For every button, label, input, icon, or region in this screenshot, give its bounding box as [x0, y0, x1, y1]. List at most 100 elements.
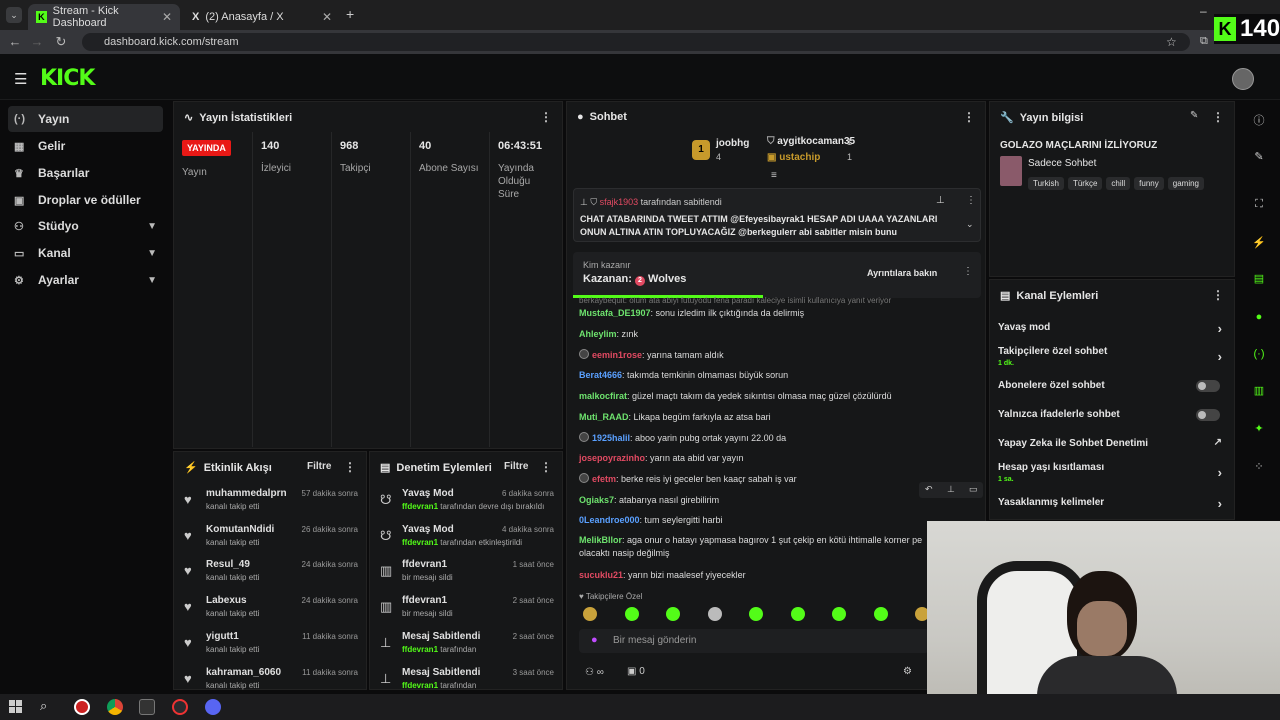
bookmark-star-icon[interactable]: ☆ — [1166, 35, 1177, 49]
fullscreen-icon[interactable]: ⛶ — [1252, 198, 1266, 211]
chat-username[interactable]: sucuklu21 — [579, 570, 623, 580]
toggle-switch[interactable] — [1196, 409, 1220, 421]
channel-action[interactable]: Hesap yaşı kısıtlaması 1 sa. › — [998, 462, 1226, 484]
emote-icon[interactable] — [790, 607, 805, 621]
channel-action[interactable]: Takipçilere özel sohbet 1 dk. › — [998, 346, 1226, 368]
chat-username[interactable]: eemin1rose — [592, 350, 642, 360]
reload-icon[interactable]: ↻ — [52, 33, 70, 51]
moderator-name[interactable]: ffdevran1 — [402, 681, 438, 690]
chat-message[interactable]: MelikBllor: aga onur o hatayı yapmasa ba… — [579, 534, 927, 560]
activity-user[interactable]: KomutanNdidi — [206, 524, 274, 535]
broadcast-icon[interactable]: (·) — [1252, 348, 1266, 360]
moderator-name[interactable]: ffdevran1 — [402, 502, 438, 511]
chrome-icon[interactable] — [107, 699, 123, 715]
start-windows-icon[interactable] — [9, 700, 22, 713]
app-logo-icon[interactable] — [172, 699, 188, 715]
infinity-users-icon[interactable]: ⚇ ∞ — [585, 667, 604, 678]
chat-username[interactable]: malkocfirat — [579, 391, 627, 401]
points-display[interactable]: ▣ 0 — [627, 666, 645, 677]
wrench-icon[interactable]: ✦ — [1252, 422, 1266, 435]
chat-username[interactable]: efetm — [592, 474, 616, 484]
chat-message[interactable]: Berat4666: takımda temkinin olmaması büy… — [579, 369, 927, 382]
more-menu-icon[interactable]: ⋮ — [963, 110, 975, 124]
chat-username[interactable]: josepoyrazinho — [579, 453, 645, 463]
sidebar-item-basarilar[interactable]: ♛ Başarılar — [8, 160, 163, 186]
more-menu-icon[interactable]: ⋮ — [344, 460, 356, 474]
stream-tag[interactable]: funny — [1134, 177, 1164, 190]
activity-user[interactable]: muhammedalprn — [206, 488, 287, 499]
emote-icon[interactable] — [873, 607, 888, 621]
chat-username[interactable]: Berat4666 — [579, 370, 622, 380]
new-tab-icon[interactable]: + — [346, 6, 354, 22]
grid-icon[interactable]: ⁘ — [1252, 460, 1266, 473]
edit-pencil-icon[interactable]: ✎ — [1190, 110, 1198, 121]
chat-message[interactable]: eemin1rose: yarına tamam aldık — [579, 349, 927, 362]
more-menu-icon[interactable]: ⋮ — [966, 195, 976, 206]
chat-bubble-icon[interactable]: ● — [1252, 311, 1266, 323]
chat-message[interactable]: josepoyrazinho: yarın ata abid var yayın — [579, 452, 927, 465]
mic-icon[interactable]: ● — [591, 634, 598, 646]
chat-username[interactable]: MelikBllor — [579, 535, 622, 545]
activity-user[interactable]: yigutt1 — [206, 631, 239, 642]
emote-icon[interactable] — [583, 607, 597, 621]
back-icon[interactable]: ← — [6, 33, 24, 51]
chat-username[interactable]: 1925halil — [592, 433, 630, 443]
discord-icon[interactable] — [205, 699, 221, 715]
user-avatar[interactable] — [1232, 68, 1254, 90]
info-icon[interactable]: ⓘ — [1252, 112, 1266, 128]
list-icon[interactable]: ▤ — [1252, 272, 1266, 285]
edit-pencil-icon[interactable]: ✎ — [1252, 150, 1266, 163]
hamburger-menu-icon[interactable]: ☰ — [14, 70, 27, 88]
app-dark-icon[interactable] — [139, 699, 155, 715]
more-menu-icon[interactable]: ⋮ — [540, 460, 552, 474]
minimize-icon[interactable]: – — [1200, 4, 1207, 18]
tab-x-home[interactable]: X (2) Anasayfa / X ✕ — [184, 4, 340, 30]
chat-message[interactable]: Mustafa_DE1907: sonu izledim ilk çıktığı… — [579, 307, 927, 320]
sidebar-item-kanal[interactable]: ▭ Kanal ▼ — [8, 240, 163, 266]
activity-user[interactable]: Labexus — [206, 595, 247, 606]
chat-message[interactable]: malkocfirat: güzel maçtı takım da yedek … — [579, 390, 927, 403]
chat-username[interactable]: Muti_RAAD — [579, 412, 629, 422]
moderator-name[interactable]: ffdevran1 — [402, 538, 438, 547]
chat-settings-icon[interactable]: ⚙ — [903, 666, 912, 677]
chat-username[interactable]: Mustafa_DE1907 — [579, 308, 651, 318]
filter-button[interactable]: Filtre — [504, 461, 528, 472]
bolt-icon[interactable]: ⚡ — [1252, 236, 1266, 249]
extensions-icon[interactable]: ⧉ — [1200, 35, 1208, 48]
chat-message[interactable]: Muti_RAAD: Likapa begüm farkıyla az atsa… — [579, 411, 927, 424]
activity-user[interactable]: Resul_49 — [206, 559, 250, 570]
chat-message[interactable]: Ogiaks7: atabarıya nasıl girebilirim — [579, 494, 927, 507]
sidebar-item-ayarlar[interactable]: ⚙ Ayarlar ▼ — [8, 267, 163, 293]
search-icon[interactable]: ⌕ — [40, 698, 47, 714]
address-bar[interactable]: dashboard.kick.com/stream — [82, 33, 1190, 51]
more-menu-icon[interactable]: ⋮ — [540, 110, 552, 124]
chat-username[interactable]: Ahleylim — [579, 329, 617, 339]
chat-message[interactable]: Ahleylim: zınk — [579, 328, 927, 341]
close-tab-icon[interactable]: ✕ — [322, 10, 332, 24]
chat-message[interactable]: 1925halil: aboo yarin pubg ortak yayını … — [579, 432, 927, 445]
channel-action[interactable]: Yapay Zeka ile Sohbet Denetimi ↗ — [998, 437, 1226, 449]
app-red-icon[interactable] — [74, 699, 90, 715]
close-tab-icon[interactable]: ✕ — [162, 10, 172, 24]
emote-icon[interactable] — [832, 607, 846, 621]
sidebar-item-gelir[interactable]: ▦ Gelir — [8, 133, 163, 159]
emote-icon[interactable] — [624, 607, 639, 621]
chevron-down-icon[interactable]: ⌄ — [966, 219, 974, 230]
stream-tag[interactable]: Turkish — [1028, 177, 1064, 190]
trash-icon[interactable]: ▭ — [969, 484, 978, 495]
channel-action[interactable]: Abonelere özel sohbet — [998, 380, 1226, 392]
tab-kick-dashboard[interactable]: K Stream - Kick Dashboard ✕ — [28, 4, 180, 30]
emote-icon[interactable] — [749, 607, 763, 621]
kick-logo[interactable]: KICK — [40, 66, 95, 91]
more-menu-icon[interactable]: ⋮ — [1212, 288, 1224, 302]
moderator-name[interactable]: ffdevran1 — [402, 645, 438, 654]
chat-message[interactable]: sucuklu21: yarın bizi maalesef yiyecekle… — [579, 569, 927, 582]
chat-username[interactable]: 0Leandroe000 — [579, 515, 640, 525]
chat-username[interactable]: Ogiaks7 — [579, 495, 614, 505]
channel-action[interactable]: Yalnızca ifadelerle sohbet — [998, 409, 1226, 421]
tab-list-button[interactable]: ⌄ — [6, 7, 22, 23]
pin-icon[interactable]: ⊥ — [936, 195, 945, 206]
toggle-switch[interactable] — [1196, 380, 1220, 392]
channel-action[interactable]: Yasaklanmış kelimeler › — [998, 496, 1226, 511]
chat-input[interactable]: ● Bir mesaj gönderin — [579, 629, 929, 653]
